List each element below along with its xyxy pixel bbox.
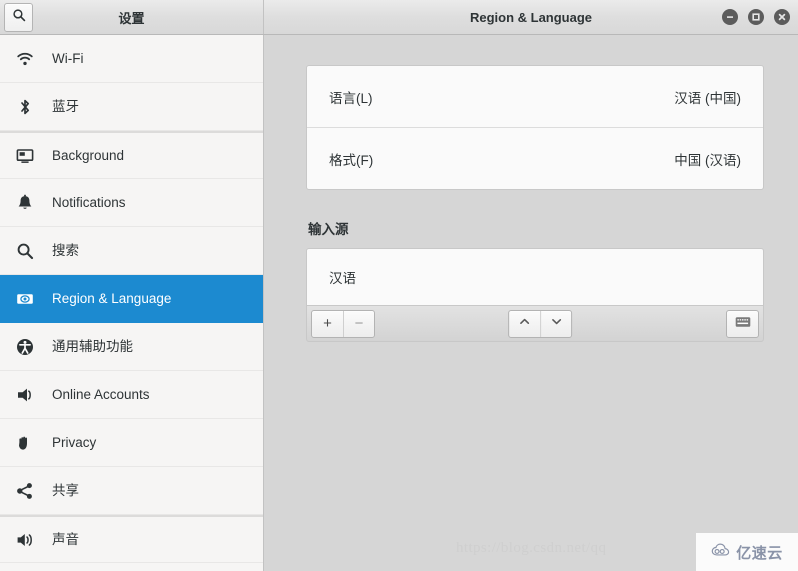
bluetooth-icon: [14, 96, 36, 118]
input-sources-list: 汉语: [306, 248, 764, 306]
sidebar-item-privacy[interactable]: Privacy: [0, 419, 263, 467]
titlebar-sidebar-section: 设置: [0, 0, 264, 34]
window-controls: [722, 9, 790, 25]
sidebar-item-background[interactable]: Background: [0, 131, 263, 179]
titlebar: 设置 Region & Language: [0, 0, 798, 35]
remove-input-source-button[interactable]: −: [343, 310, 374, 337]
format-row[interactable]: 格式(F) 中国 (汉语): [307, 127, 763, 189]
sidebar-item-label: 蓝牙: [52, 98, 79, 114]
sidebar-item-bluetooth[interactable]: 蓝牙: [0, 83, 263, 131]
wifi-icon: [14, 48, 36, 70]
online-accounts-icon: [14, 384, 36, 406]
accessibility-icon: [14, 336, 36, 358]
sidebar-item-sharing[interactable]: 共享: [0, 467, 263, 515]
input-sources-toolbar: + −: [306, 306, 764, 342]
sidebar-item-label: Region & Language: [52, 290, 172, 306]
sidebar-item-sound[interactable]: 声音: [0, 515, 263, 563]
close-icon: [777, 12, 787, 22]
chevron-down-icon: [550, 315, 563, 332]
move-group: [508, 309, 573, 338]
sidebar-item-label: Online Accounts: [52, 386, 150, 402]
language-format-card: 语言(L) 汉语 (中国) 格式(F) 中国 (汉语): [306, 65, 764, 190]
settings-window: 设置 Region & Language Wi-Fi 蓝牙 Background…: [0, 0, 798, 571]
format-row-label: 格式(F): [329, 152, 374, 168]
add-remove-group: + −: [311, 309, 375, 338]
input-sources-heading: 输入源: [308, 222, 349, 237]
window-body: Wi-Fi 蓝牙 Background Notifications 搜索 Reg…: [0, 35, 798, 571]
sidebar-item-search[interactable]: 搜索: [0, 227, 263, 275]
list-item[interactable]: 汉语: [329, 267, 356, 287]
share-icon: [14, 480, 36, 502]
sidebar-item-label: 通用辅助功能: [52, 338, 133, 354]
sidebar-item-label: 声音: [52, 531, 79, 547]
background-icon: [14, 145, 36, 167]
sidebar-item-label: Wi-Fi: [52, 50, 84, 66]
input-sources-panel: 汉语 + −: [306, 248, 764, 342]
add-input-source-button[interactable]: +: [312, 311, 343, 337]
sidebar-item-wifi[interactable]: Wi-Fi: [0, 35, 263, 83]
search-icon: [14, 240, 36, 262]
content-panel: 语言(L) 汉语 (中国) 格式(F) 中国 (汉语) 输入源 汉语 + −: [264, 35, 798, 571]
language-row-label: 语言(L): [329, 90, 373, 106]
titlebar-main-section: Region & Language: [264, 0, 798, 34]
sidebar: Wi-Fi 蓝牙 Background Notifications 搜索 Reg…: [0, 35, 264, 571]
minimize-button[interactable]: [722, 9, 738, 25]
minimize-icon: [725, 12, 735, 22]
format-row-value: 中国 (汉语): [674, 152, 741, 168]
keyboard-icon: [735, 315, 751, 333]
sidebar-item-label: 搜索: [52, 242, 79, 258]
privacy-hand-icon: [14, 432, 36, 454]
search-button[interactable]: [4, 2, 33, 32]
chevron-up-icon: [518, 315, 531, 332]
move-up-button[interactable]: [509, 311, 540, 337]
language-row-value: 汉语 (中国): [674, 90, 741, 106]
sound-icon: [14, 529, 36, 551]
page-title: Region & Language: [469, 9, 593, 25]
sidebar-item-label: Background: [52, 147, 125, 163]
bell-icon: [14, 192, 36, 214]
maximize-icon: [751, 12, 761, 22]
language-row[interactable]: 语言(L) 汉语 (中国): [307, 66, 763, 127]
search-icon: [12, 8, 26, 27]
sidebar-title: 设置: [118, 10, 145, 26]
move-down-button[interactable]: [540, 310, 571, 337]
sidebar-item-label: 共享: [52, 482, 79, 498]
sidebar-item-online-accounts[interactable]: Online Accounts: [0, 371, 263, 419]
sidebar-item-region-language[interactable]: Region & Language: [0, 275, 263, 323]
show-keyboard-layout-button[interactable]: [726, 309, 759, 338]
sidebar-item-label: Privacy: [52, 434, 97, 450]
sidebar-item-notifications[interactable]: Notifications: [0, 179, 263, 227]
sidebar-item-label: Notifications: [52, 194, 126, 210]
region-language-icon: [14, 288, 36, 310]
sidebar-item-accessibility[interactable]: 通用辅助功能: [0, 323, 263, 371]
maximize-button[interactable]: [748, 9, 764, 25]
close-button[interactable]: [774, 9, 790, 25]
